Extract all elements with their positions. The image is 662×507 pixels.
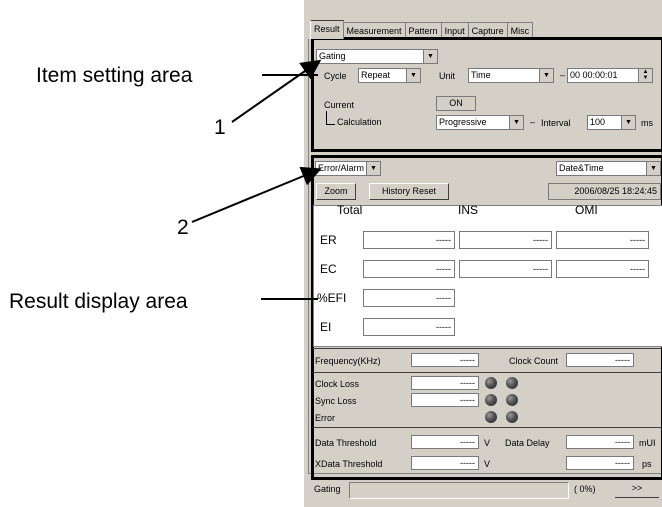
unit-select-value: Time	[471, 70, 491, 80]
datetime-value: 2006/08/25 18:24:45	[574, 186, 657, 196]
data-delay-unit: mUI	[639, 438, 656, 448]
sync-loss-label: Sync Loss	[315, 396, 357, 406]
callout-number-2: 2	[177, 216, 189, 239]
chevron-down-icon: ▼	[366, 162, 380, 175]
interval-select-value: 100	[590, 117, 606, 127]
calculation-select-value: Progressive	[439, 117, 487, 127]
application-panel: Result Measurement Pattern Input Capture…	[304, 0, 662, 507]
column-header-omi: OMI	[575, 203, 598, 217]
chevron-down-icon: ▼	[406, 69, 420, 82]
error-led-2	[506, 411, 518, 423]
xdata-threshold-unit: V	[484, 459, 491, 469]
interval-select[interactable]: 100 ▼	[587, 115, 636, 130]
error-label: Error	[315, 413, 335, 423]
clock-loss-label: Clock Loss	[315, 379, 360, 389]
sync-loss-value: -----	[411, 393, 479, 407]
time-spinbox-value: 00 00:00:01	[570, 70, 618, 80]
data-delay-value: -----	[566, 435, 634, 449]
callout-item-setting-area: Item setting area	[36, 64, 193, 87]
clock-loss-led-1	[485, 377, 497, 389]
interval-label: Interval	[541, 118, 571, 128]
current-value: ON	[449, 98, 463, 108]
divider	[313, 372, 661, 373]
frequency-label: Frequency(KHz)	[315, 356, 381, 366]
xdata-delay-value: -----	[566, 456, 634, 470]
ei-total-value: -----	[363, 318, 455, 336]
xdata-delay-unit: ps	[642, 459, 652, 469]
more-button[interactable]: >>	[615, 481, 659, 498]
dash-separator-2: –	[530, 117, 536, 127]
calculation-bracket	[326, 111, 335, 125]
datetime-display: 2006/08/25 18:24:45	[548, 183, 661, 200]
sync-loss-led-1	[485, 394, 497, 406]
history-reset-button[interactable]: History Reset	[369, 183, 449, 200]
data-delay-label: Data Delay	[505, 438, 550, 448]
ec-total-value: -----	[363, 260, 455, 278]
status-label: Gating	[314, 484, 341, 494]
progress-bar	[349, 482, 569, 499]
gating-select[interactable]: Gating ▼	[316, 49, 438, 64]
ec-omi-value: -----	[556, 260, 649, 278]
calculation-label: Calculation	[337, 117, 382, 127]
column-header-ins: INS	[458, 203, 479, 217]
view-select-value: Error/Alarm	[318, 163, 365, 173]
xdata-threshold-value: -----	[411, 456, 479, 470]
divider	[313, 427, 661, 428]
interval-unit: ms	[641, 118, 653, 128]
time-spinbox[interactable]: 00 00:00:01 ▲ ▼	[567, 68, 653, 83]
chevron-down-icon: ▼	[423, 50, 437, 63]
leader-2	[191, 166, 322, 223]
calculation-select[interactable]: Progressive ▼	[436, 115, 524, 130]
chevron-down-icon: ▼	[646, 162, 660, 175]
efi-total-value: -----	[363, 289, 455, 307]
xdata-threshold-label: XData Threshold	[315, 459, 383, 469]
view-select[interactable]: Error/Alarm ▼	[315, 161, 381, 176]
current-label: Current	[324, 100, 355, 110]
tab-result[interactable]: Result	[310, 20, 344, 39]
clock-loss-led-2	[506, 377, 518, 389]
clock-count-label: Clock Count	[509, 356, 559, 366]
cycle-label: Cycle	[324, 71, 347, 81]
unit-label: Unit	[439, 71, 456, 81]
frequency-value: -----	[411, 353, 479, 367]
sync-loss-led-2	[506, 394, 518, 406]
clock-loss-value: -----	[411, 376, 479, 390]
gating-select-value: Gating	[319, 51, 346, 61]
callout-result-display-area: Result display area	[9, 290, 188, 313]
spin-updown-icon[interactable]: ▲ ▼	[638, 69, 652, 82]
dash-separator: –	[560, 70, 566, 80]
cycle-select-value: Repeat	[361, 70, 391, 80]
er-ins-value: -----	[459, 231, 552, 249]
data-threshold-label: Data Threshold	[315, 438, 377, 448]
cycle-select[interactable]: Repeat ▼	[358, 68, 421, 83]
zoom-button[interactable]: Zoom	[316, 183, 356, 200]
current-value-box: ON	[436, 96, 476, 111]
row-label-ec: EC	[320, 262, 337, 276]
divider	[313, 348, 661, 349]
row-label-er: ER	[320, 233, 337, 247]
clock-count-value: -----	[566, 353, 634, 367]
chevron-down-icon: ▼	[621, 116, 635, 129]
ec-ins-value: -----	[459, 260, 552, 278]
er-omi-value: -----	[556, 231, 649, 249]
datetime-select-value: Date&Time	[559, 163, 604, 173]
chevron-down-icon: ▼	[509, 116, 523, 129]
row-label-efi: %EFI	[317, 291, 347, 305]
progress-text: ( 0%)	[574, 484, 596, 494]
unit-select[interactable]: Time ▼	[468, 68, 554, 83]
error-led-1	[485, 411, 497, 423]
row-label-ei: EI	[320, 320, 332, 334]
er-total-value: -----	[363, 231, 455, 249]
datetime-select[interactable]: Date&Time ▼	[556, 161, 661, 176]
data-threshold-value: -----	[411, 435, 479, 449]
data-threshold-unit: V	[484, 438, 491, 448]
column-header-total: Total	[337, 203, 363, 217]
callout-number-1: 1	[214, 116, 226, 139]
chevron-down-icon: ▼	[539, 69, 553, 82]
